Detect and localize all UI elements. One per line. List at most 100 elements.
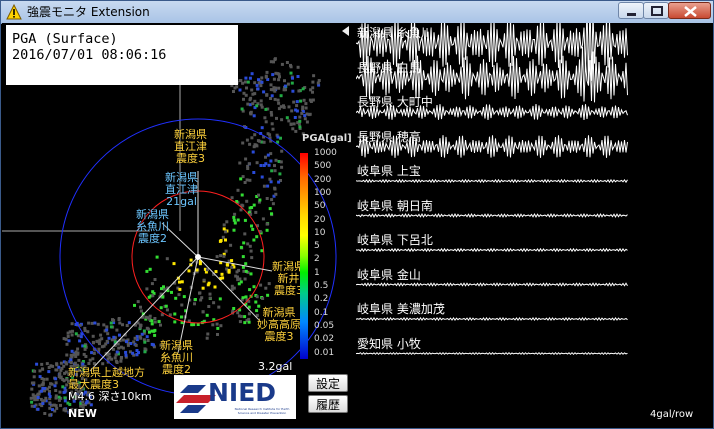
station-dot [266, 293, 270, 297]
station-dot [38, 375, 42, 379]
station-dot [298, 125, 302, 129]
station-dot [109, 321, 113, 325]
station-dot [87, 362, 91, 365]
station-dot [219, 254, 223, 258]
station-dot [205, 336, 209, 340]
app-window: 強震モニタ Extension PGA (Surface) 2016/07/01… [0, 0, 714, 429]
station-dot [230, 287, 234, 291]
scale-tick: 0.01 [314, 347, 335, 358]
station-dot [40, 389, 44, 393]
station-dot [125, 340, 128, 344]
waveform-label: 岐阜県 朝日南 [357, 198, 433, 213]
station-dot [105, 325, 109, 329]
station-dot [74, 350, 78, 354]
station-dot [251, 150, 255, 154]
station-dot [236, 311, 240, 315]
station-dot [45, 362, 49, 366]
station-dot [86, 330, 90, 334]
station-dot [207, 281, 211, 285]
station-dot [159, 323, 162, 327]
station-dot [252, 285, 256, 289]
station-dot [233, 212, 237, 216]
close-button[interactable] [668, 2, 711, 19]
station-dot [150, 282, 154, 286]
station-dot [207, 305, 211, 308]
station-dot [316, 81, 320, 85]
waveform-trace [356, 317, 628, 321]
station-dot [70, 355, 74, 359]
station-dot [62, 379, 66, 383]
station-dot [265, 197, 269, 200]
station-dot [257, 193, 260, 197]
station-dot [174, 296, 178, 300]
station-dot [280, 165, 284, 169]
station-dot [61, 385, 65, 389]
label-new: NEW [68, 407, 97, 420]
settings-button[interactable]: 設定 [308, 374, 348, 392]
station-dot [215, 255, 219, 259]
station-dot [133, 336, 137, 340]
station-dot [265, 222, 269, 226]
collapse-arrow-icon[interactable] [340, 25, 352, 37]
station-dot [68, 403, 72, 406]
maximize-icon [651, 6, 663, 16]
station-dot [107, 336, 111, 340]
station-dot [290, 109, 294, 113]
station-dot [115, 350, 119, 354]
station-dot [153, 333, 157, 337]
station-dot [237, 314, 241, 318]
station-dot [263, 116, 267, 120]
station-dot [250, 88, 254, 92]
station-dot [284, 88, 287, 92]
station-dot [217, 305, 221, 309]
station-dot [270, 94, 274, 98]
station-dot [245, 86, 248, 90]
scale-tick: 100 [314, 187, 332, 198]
station-dot [36, 396, 40, 399]
station-dot [38, 369, 42, 373]
station-dot [256, 87, 260, 91]
station-dot [39, 397, 43, 401]
station-dot [97, 347, 101, 351]
station-dot [269, 180, 273, 184]
station-dot [248, 206, 252, 210]
station-dot [227, 268, 231, 272]
station-dot [248, 98, 252, 102]
station-dot [125, 324, 129, 327]
station-dot [70, 349, 74, 353]
station-dot [43, 412, 47, 415]
station-dot [216, 333, 219, 336]
scale-tick: 10 [314, 227, 326, 238]
station-dot [266, 132, 270, 136]
station-dot [138, 325, 142, 329]
history-button[interactable]: 履歴 [308, 395, 348, 413]
station-dot [30, 400, 34, 404]
station-dot [193, 302, 196, 306]
waveform-trace [356, 282, 628, 287]
waveform-label: 岐阜県 美濃加茂 [357, 302, 445, 316]
station-dot [249, 249, 253, 253]
station-dot [290, 81, 294, 85]
station-dot [182, 295, 186, 299]
station-dot [49, 382, 53, 386]
station-dot [238, 88, 242, 92]
maximize-button[interactable] [643, 2, 669, 19]
minimize-button[interactable] [618, 2, 644, 19]
station-dot [52, 403, 56, 407]
waveform-label: 新潟県 糸魚川 [357, 26, 433, 40]
waveform-label: 岐阜県 上宝 [357, 164, 421, 178]
station-dot [63, 371, 67, 375]
station-dot [218, 297, 222, 301]
station-dot [153, 317, 157, 320]
station-dot [247, 320, 251, 324]
station-dot [240, 107, 244, 111]
station-dot [64, 361, 68, 365]
station-dot [48, 401, 52, 405]
station-dot [112, 335, 116, 339]
station-dot [145, 269, 149, 273]
station-dot [30, 404, 34, 408]
station-dot [222, 223, 226, 227]
title-bar[interactable]: 強震モニタ Extension [1, 1, 713, 24]
station-dot [62, 390, 66, 394]
station-dot [155, 255, 159, 259]
